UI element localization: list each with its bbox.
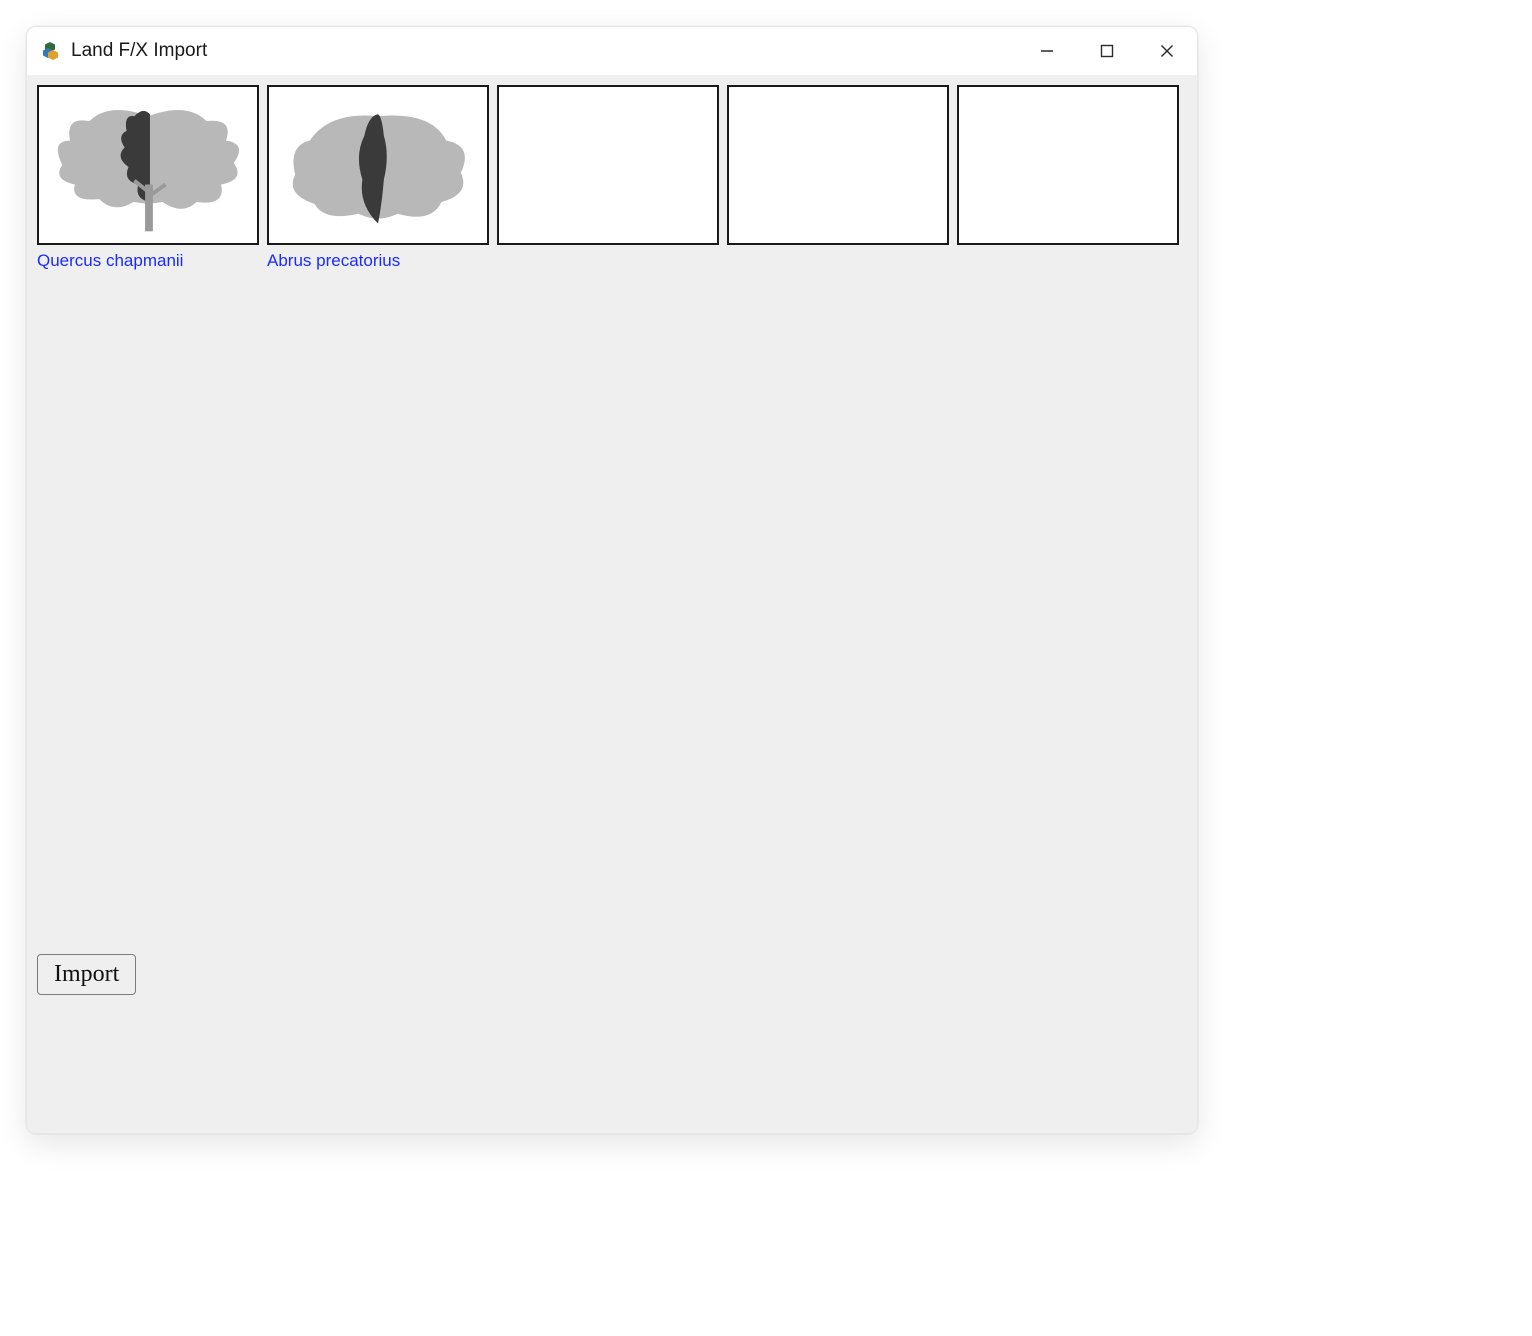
maximize-button[interactable] bbox=[1077, 27, 1137, 75]
close-button[interactable] bbox=[1137, 27, 1197, 75]
close-icon bbox=[1160, 44, 1174, 58]
plant-slot[interactable]: Quercus chapmanii bbox=[37, 85, 259, 271]
plant-slot[interactable] bbox=[497, 85, 719, 271]
plant-thumbnail bbox=[957, 85, 1179, 245]
window-title: Land F/X Import bbox=[71, 40, 207, 62]
landfx-app-icon bbox=[41, 41, 61, 61]
plant-thumbnail bbox=[497, 85, 719, 245]
titlebar-left: Land F/X Import bbox=[27, 40, 207, 62]
minimize-icon bbox=[1040, 44, 1054, 58]
titlebar: Land F/X Import bbox=[27, 27, 1197, 75]
minimize-button[interactable] bbox=[1017, 27, 1077, 75]
import-button[interactable]: Import bbox=[37, 954, 136, 995]
plant-thumbnail bbox=[727, 85, 949, 245]
thumbnail-row: Quercus chapmanii Abrus precatorius bbox=[37, 85, 1187, 271]
client-area: Quercus chapmanii Abrus precatorius bbox=[27, 75, 1197, 1133]
window-controls bbox=[1017, 27, 1197, 75]
plant-thumbnail bbox=[37, 85, 259, 245]
plant-slot[interactable] bbox=[957, 85, 1179, 271]
plant-label: Abrus precatorius bbox=[267, 251, 489, 271]
maximize-icon bbox=[1100, 44, 1114, 58]
plant-slot[interactable]: Abrus precatorius bbox=[267, 85, 489, 271]
plant-slot[interactable] bbox=[727, 85, 949, 271]
plant-thumbnail bbox=[267, 85, 489, 245]
landfx-import-window: Land F/X Import bbox=[26, 26, 1198, 1134]
plant-label: Quercus chapmanii bbox=[37, 251, 259, 271]
